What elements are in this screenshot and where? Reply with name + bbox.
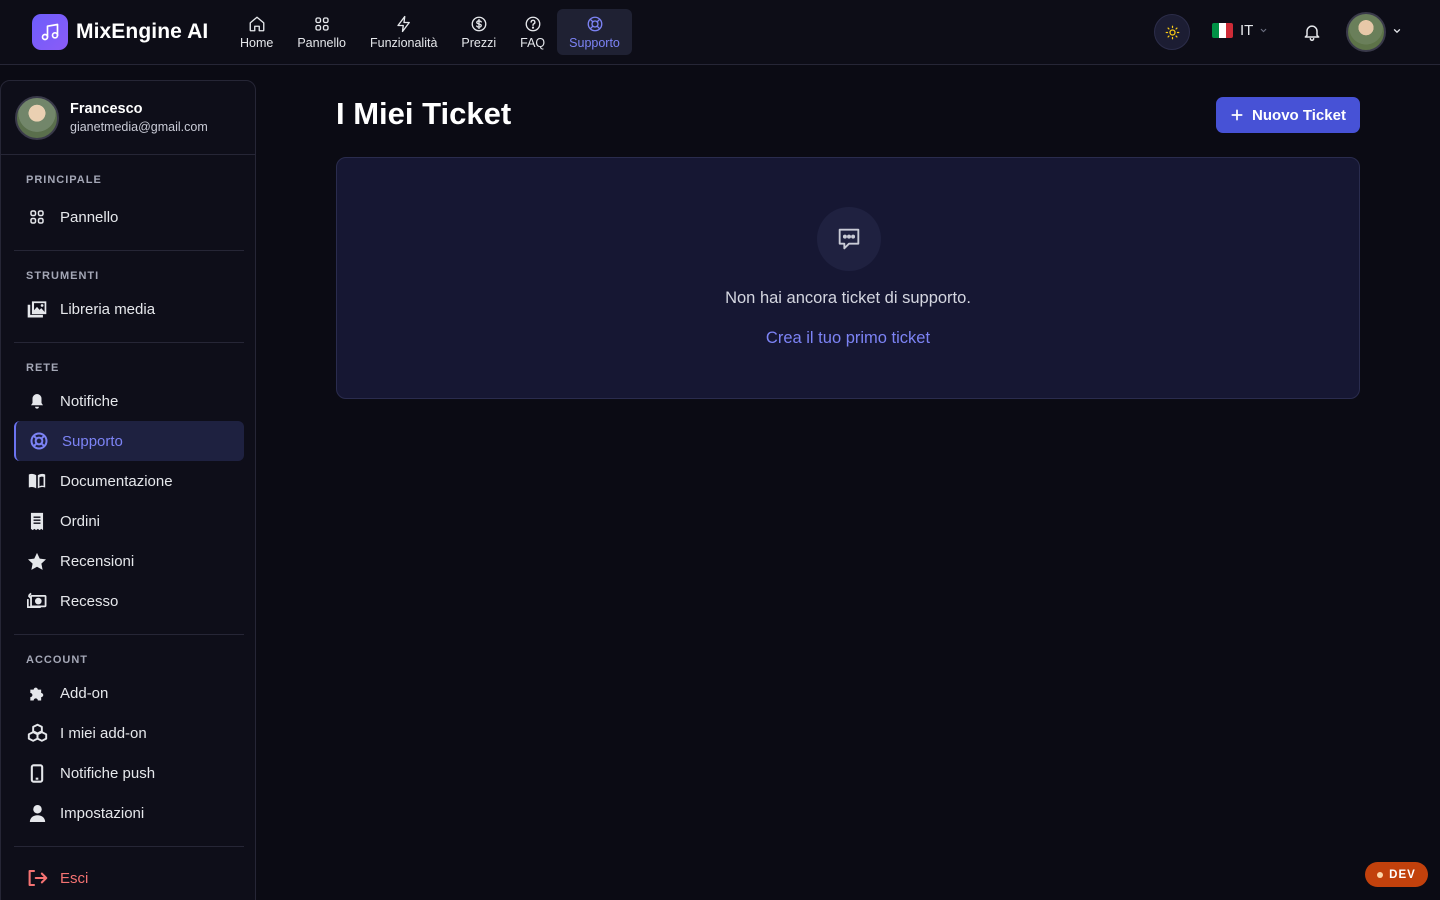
sidebar-item-label: Recesso bbox=[60, 592, 119, 610]
sidebar-item-notifiche-push[interactable]: Notifiche push bbox=[14, 753, 244, 793]
nav-item-label: Supporto bbox=[569, 35, 620, 50]
sidebar-item-label: Notifiche bbox=[60, 392, 119, 410]
italy-flag-icon bbox=[1212, 23, 1233, 38]
puzzle-icon bbox=[26, 682, 48, 704]
bell-icon bbox=[1304, 25, 1320, 42]
page-title: I Miei Ticket bbox=[336, 96, 512, 131]
user-icon bbox=[26, 802, 48, 824]
nav-item-label: Home bbox=[240, 35, 274, 50]
sidebar-item-label: Ordini bbox=[60, 512, 101, 530]
home-icon bbox=[249, 16, 265, 31]
bell-icon bbox=[26, 390, 48, 412]
nav-item-label: FAQ bbox=[520, 35, 546, 50]
section-label-principale: PRINCIPALE bbox=[26, 174, 102, 186]
empty-state-card: Non hai ancora ticket di supporto. Crea … bbox=[336, 157, 1360, 399]
mobile-icon bbox=[26, 762, 48, 784]
divider bbox=[14, 342, 244, 343]
grid-icon bbox=[26, 206, 48, 228]
divider bbox=[14, 250, 244, 251]
logout-icon bbox=[26, 867, 48, 889]
lifebuoy-icon bbox=[28, 430, 50, 452]
status-dot bbox=[1377, 871, 1384, 878]
nav-item-home[interactable]: Home bbox=[228, 9, 285, 55]
create-first-ticket-link[interactable]: Crea il tuo primo ticket bbox=[337, 329, 1359, 348]
theme-toggle-button[interactable] bbox=[1154, 14, 1190, 50]
sidebar-item-recesso[interactable]: Recesso bbox=[14, 581, 244, 621]
book-icon bbox=[26, 470, 48, 492]
main-nav: Home Pannello Funzionalità Prezzi FAQ Su… bbox=[228, 9, 632, 55]
logout-button[interactable]: Esci bbox=[14, 858, 244, 898]
sidebar-item-label: Notifiche push bbox=[60, 764, 156, 782]
sidebar-item-label: Recensioni bbox=[60, 552, 135, 570]
user-avatar[interactable] bbox=[1346, 12, 1386, 52]
language-code: IT bbox=[1240, 22, 1254, 39]
nav-item-label: Pannello bbox=[297, 35, 346, 50]
music-note-icon bbox=[32, 14, 68, 50]
sidebar-item-supporto[interactable]: Supporto bbox=[14, 421, 244, 461]
lifebuoy-icon bbox=[587, 16, 602, 31]
photo-library-icon bbox=[26, 298, 48, 320]
question-icon bbox=[525, 16, 541, 31]
money-refund-icon bbox=[26, 590, 48, 612]
section-label-strumenti: STRUMENTI bbox=[26, 270, 100, 282]
sidebar-item-impostazioni[interactable]: Impostazioni bbox=[14, 793, 244, 833]
sidebar-item-label: I miei add-on bbox=[60, 724, 147, 742]
new-ticket-button[interactable]: Nuovo Ticket bbox=[1216, 97, 1360, 133]
sidebar-item-add-on[interactable]: Add-on bbox=[14, 673, 244, 713]
sidebar-item-label: Pannello bbox=[60, 208, 119, 226]
divider bbox=[14, 634, 244, 635]
sidebar-item-notifiche[interactable]: Notifiche bbox=[14, 381, 244, 421]
sidebar-item-recensioni[interactable]: Recensioni bbox=[14, 541, 244, 581]
sidebar-item-label: Add-on bbox=[60, 684, 109, 702]
sidebar-item-pannello[interactable]: Pannello bbox=[14, 197, 244, 237]
sidebar: Francesco gianetmedia@gmail.com PRINCIPA… bbox=[0, 80, 256, 900]
nav-item-prezzi[interactable]: Prezzi bbox=[449, 9, 508, 55]
section-label-rete: RETE bbox=[26, 362, 60, 374]
receipt-icon bbox=[26, 510, 48, 532]
sidebar-item-label: Documentazione bbox=[60, 472, 173, 490]
sidebar-item-miei-add-on[interactable]: I miei add-on bbox=[14, 713, 244, 753]
new-ticket-label: Nuovo Ticket bbox=[1252, 106, 1346, 124]
dollar-icon bbox=[471, 16, 487, 31]
profile-email: gianetmedia@gmail.com bbox=[70, 120, 208, 134]
plus-icon bbox=[1230, 108, 1244, 122]
avatar bbox=[15, 96, 59, 140]
env-badge-label: DEV bbox=[1389, 868, 1416, 881]
sidebar-item-label: Esci bbox=[60, 869, 89, 887]
nav-item-label: Funzionalità bbox=[370, 35, 438, 50]
empty-state-message: Non hai ancora ticket di supporto. bbox=[725, 289, 971, 307]
brand[interactable]: MixEngine AI bbox=[32, 14, 208, 50]
brand-name: MixEngine AI bbox=[76, 20, 209, 43]
divider bbox=[14, 846, 244, 847]
env-badge: DEV bbox=[1365, 862, 1428, 887]
sidebar-item-ordini[interactable]: Ordini bbox=[14, 501, 244, 541]
cubes-icon bbox=[26, 722, 48, 744]
chat-bubble-icon bbox=[817, 207, 881, 271]
top-navbar: MixEngine AI Home Pannello Funzionalità … bbox=[0, 0, 1440, 65]
chevron-down-icon[interactable] bbox=[1392, 26, 1402, 36]
sidebar-item-documentazione[interactable]: Documentazione bbox=[14, 461, 244, 501]
grid-icon bbox=[314, 16, 329, 31]
profile-name: Francesco bbox=[70, 101, 143, 117]
section-label-account: ACCOUNT bbox=[26, 654, 88, 666]
sidebar-profile: Francesco gianetmedia@gmail.com bbox=[1, 81, 255, 155]
language-selector[interactable]: IT bbox=[1212, 22, 1268, 39]
notifications-button[interactable] bbox=[1302, 22, 1322, 47]
sidebar-item-libreria-media[interactable]: Libreria media bbox=[14, 289, 244, 329]
bolt-icon bbox=[397, 15, 410, 32]
nav-item-supporto[interactable]: Supporto bbox=[557, 9, 632, 55]
nav-item-pannello[interactable]: Pannello bbox=[285, 9, 358, 55]
nav-item-label: Prezzi bbox=[461, 35, 497, 50]
nav-item-funzionalita[interactable]: Funzionalità bbox=[358, 9, 449, 55]
sidebar-item-label: Libreria media bbox=[60, 300, 156, 318]
sun-icon bbox=[1165, 25, 1179, 39]
nav-item-faq[interactable]: FAQ bbox=[508, 9, 557, 55]
sidebar-item-label: Impostazioni bbox=[60, 804, 145, 822]
star-icon bbox=[26, 550, 48, 572]
sidebar-item-label: Supporto bbox=[62, 432, 123, 450]
chevron-down-icon bbox=[1261, 28, 1267, 33]
